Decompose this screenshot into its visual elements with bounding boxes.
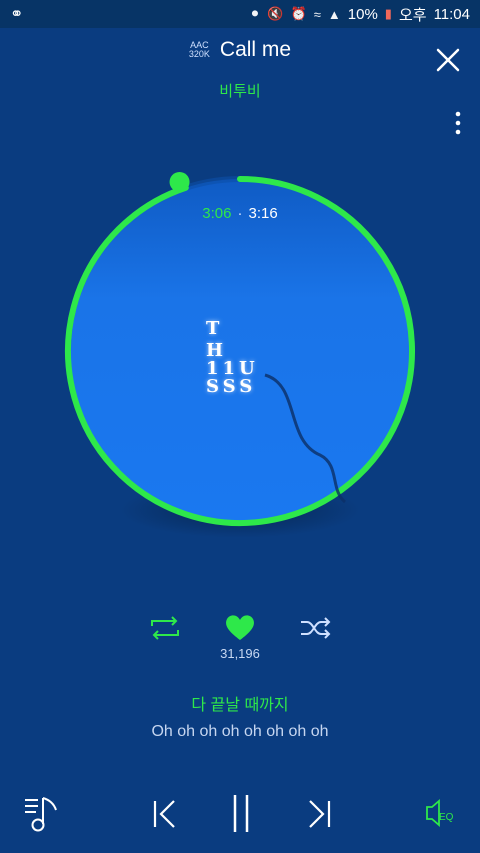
next-track-icon[interactable] <box>304 790 334 836</box>
clock: 11:04 <box>433 5 470 23</box>
mute-icon: 🔇 <box>267 6 284 21</box>
total-time: 3:16 <box>248 205 278 222</box>
artist-name[interactable]: 비투비 <box>0 80 480 101</box>
time-separator: · <box>237 205 243 222</box>
alarm-icon: ⏰ <box>290 6 307 21</box>
am-pm: 오후 <box>398 6 427 24</box>
repeat-icon[interactable] <box>148 610 182 646</box>
previous-track-icon[interactable] <box>150 790 180 836</box>
art-text-1: T <box>206 318 224 339</box>
track-title: Call me <box>219 38 292 61</box>
close-icon[interactable] <box>432 44 464 76</box>
battery-saver-icon: ⚫ <box>249 6 261 21</box>
art-text-4: SSS <box>206 376 257 397</box>
app-logo-icon: ⚭ <box>10 6 24 23</box>
like-count: 31,196 <box>220 646 260 661</box>
status-icons: ⚫ 🔇 ⏰ ≈ ▲ 10% ▮ 오후 11:04 <box>249 4 470 25</box>
playback-options <box>0 610 480 650</box>
wifi-icon: ≈ <box>313 6 321 22</box>
lyric-next[interactable]: Oh oh oh oh oh oh oh oh <box>0 723 480 741</box>
signal-icon: ▲ <box>327 6 341 22</box>
progress-knob[interactable] <box>169 171 190 192</box>
current-time: 3:06 <box>202 205 232 222</box>
lyric-current[interactable]: 다 끝날 때까지 <box>0 691 480 715</box>
now-playing-header: AAC 320K Call me <box>0 38 480 62</box>
battery-percent: 10% <box>347 5 378 23</box>
eq-label[interactable]: EQ <box>439 812 453 823</box>
pause-icon[interactable] <box>228 790 254 836</box>
playlist-icon[interactable] <box>22 790 62 836</box>
like-heart-icon[interactable] <box>222 610 258 646</box>
more-options-icon[interactable] <box>454 110 462 136</box>
album-art: T H 11U SSS <box>206 318 276 408</box>
codec-badge: AAC 320K <box>188 40 210 59</box>
shuffle-icon[interactable] <box>298 610 332 646</box>
bottom-controls <box>0 790 480 840</box>
battery-icon: ▮ <box>384 6 392 21</box>
time-display: 3:06 · 3:16 <box>0 205 480 222</box>
status-bar: ⚭ ⚫ 🔇 ⏰ ≈ ▲ 10% ▮ 오후 11:04 <box>0 0 480 28</box>
